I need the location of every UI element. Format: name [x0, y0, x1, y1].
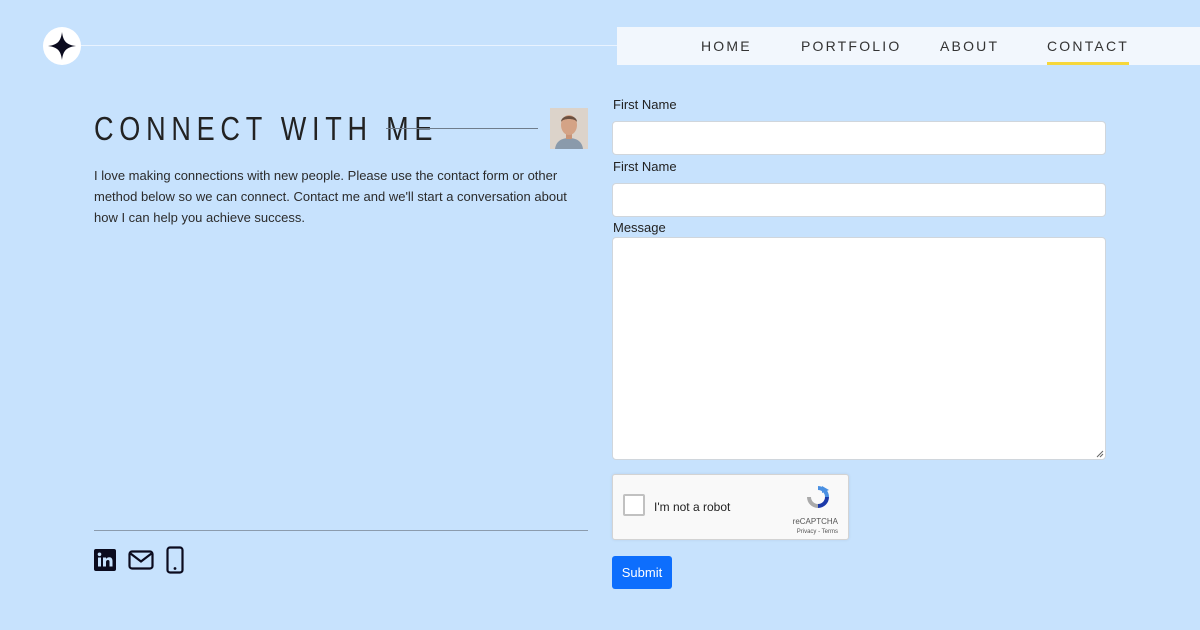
phone-icon [166, 546, 184, 574]
first-name-label: First Name [613, 97, 677, 112]
second-name-label: First Name [613, 159, 677, 174]
star-icon [48, 32, 76, 60]
captcha-label: I'm not a robot [654, 500, 731, 514]
captcha-checkbox[interactable] [623, 494, 645, 516]
avatar [550, 108, 588, 149]
nav-about[interactable]: ABOUT [940, 27, 999, 65]
recaptcha-widget: I'm not a robot reCAPTCHA Privacy - Term… [612, 474, 849, 540]
nav-portfolio[interactable]: PORTFOLIO [801, 27, 901, 65]
main-nav: HOME PORTFOLIO ABOUT CONTACT [617, 27, 1200, 65]
nav-contact[interactable]: CONTACT [1047, 27, 1130, 65]
title-divider [386, 128, 538, 129]
header-divider [81, 45, 651, 46]
message-textarea[interactable] [612, 237, 1106, 460]
footer-divider [94, 530, 588, 531]
second-name-input[interactable] [612, 183, 1106, 217]
page-title: CONNECT WITH ME [94, 110, 439, 147]
message-label: Message [613, 220, 666, 235]
email-link[interactable] [128, 549, 154, 571]
captcha-privacy-terms[interactable]: Privacy - Terms [797, 529, 838, 535]
mail-icon [128, 550, 154, 570]
captcha-brand: reCAPTCHA [792, 517, 838, 526]
submit-button[interactable]: Submit [612, 556, 672, 589]
phone-link[interactable] [166, 546, 184, 574]
linkedin-link[interactable] [94, 549, 116, 571]
site-logo[interactable] [43, 27, 81, 65]
intro-text: I love making connections with new peopl… [94, 168, 567, 225]
nav-home[interactable]: HOME [701, 27, 752, 65]
first-name-input[interactable] [612, 121, 1106, 155]
social-links [94, 546, 184, 574]
resize-grip-icon[interactable] [1096, 450, 1104, 458]
recaptcha-logo-icon [807, 486, 829, 508]
linkedin-icon [94, 549, 116, 571]
